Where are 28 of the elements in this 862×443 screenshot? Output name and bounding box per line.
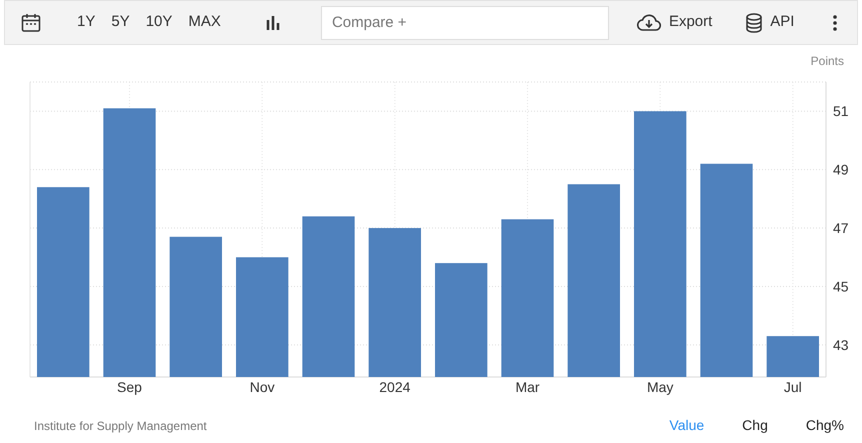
- bar-chart-icon[interactable]: [264, 14, 281, 30]
- bar: [766, 336, 819, 377]
- source-text: Institute for Supply Management: [34, 418, 207, 434]
- y-axis-label: 43: [833, 336, 849, 353]
- cloud-download-icon: [636, 14, 661, 32]
- compare-field[interactable]: Compare +: [320, 6, 609, 40]
- range-button[interactable]: 1Y: [77, 11, 96, 34]
- x-axis-label: Nov: [250, 379, 275, 395]
- calendar-icon[interactable]: [21, 12, 41, 32]
- y-axis-label: 45: [833, 278, 849, 294]
- view-tab[interactable]: Chg%: [806, 415, 844, 436]
- api-button[interactable]: API: [746, 11, 794, 34]
- y-axis-label: 47: [833, 220, 849, 236]
- more-options-icon[interactable]: [833, 14, 837, 30]
- y-axis-label: 51: [833, 103, 849, 120]
- view-tab[interactable]: Chg: [742, 415, 768, 436]
- range-button[interactable]: 10Y: [146, 11, 172, 34]
- range-button[interactable]: 5Y: [111, 11, 130, 34]
- y-axis-label: 49: [833, 162, 849, 178]
- x-axis-label: Mar: [515, 379, 540, 395]
- x-axis-label: Sep: [117, 379, 142, 395]
- x-axis-label: May: [646, 379, 674, 395]
- x-axis-label: 2024: [379, 379, 410, 395]
- range-button[interactable]: MAX: [188, 11, 221, 34]
- database-icon: [746, 12, 762, 32]
- x-axis-label: Jul: [784, 379, 802, 395]
- export-button[interactable]: Export: [636, 11, 712, 34]
- axis-unit-label: Points: [810, 54, 844, 68]
